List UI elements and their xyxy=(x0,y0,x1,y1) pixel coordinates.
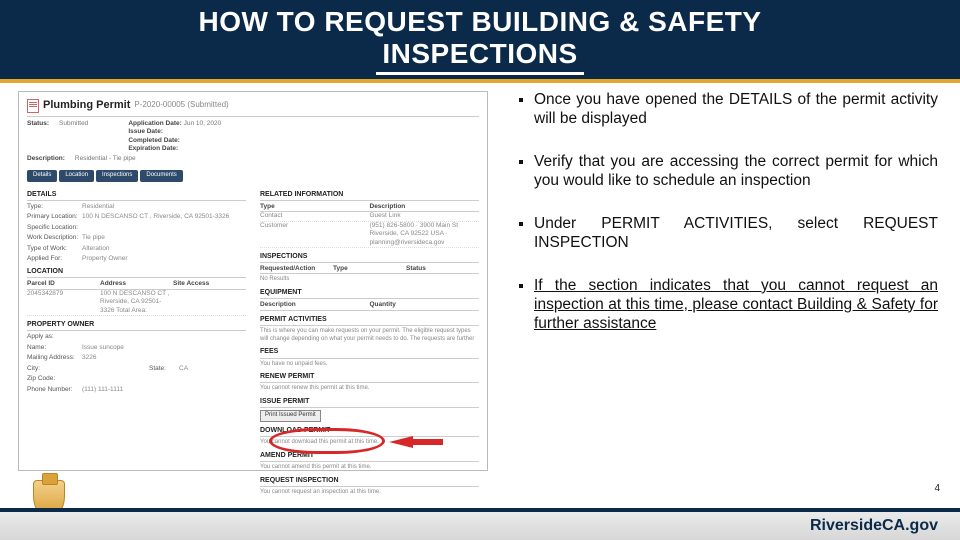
col-type: Type xyxy=(260,203,370,211)
col-equip-qty: Quantity xyxy=(370,301,480,309)
status-value: Submitted xyxy=(59,120,88,154)
slide-header: HOW TO REQUEST BUILDING & SAFETY INSPECT… xyxy=(0,0,960,83)
specific-location-value xyxy=(82,224,246,232)
apply-as-label: Apply as: xyxy=(27,333,82,341)
page-title: HOW TO REQUEST BUILDING & SAFETY INSPECT… xyxy=(0,6,960,75)
inspections-empty: No Results xyxy=(260,276,479,284)
permit-title: Plumbing Permit xyxy=(43,98,130,112)
type-value: Residential xyxy=(82,203,246,211)
document-icon xyxy=(27,99,39,113)
work-description-value: Tie pipe xyxy=(82,234,246,242)
name-label: Name: xyxy=(27,344,82,352)
left-column: DETAILS Type:Residential Primary Locatio… xyxy=(27,186,246,497)
state-value: CA xyxy=(179,365,246,373)
phone-label: Phone Number: xyxy=(27,386,82,394)
col-requested: Requested/Action xyxy=(260,265,333,273)
equipment-header: EQUIPMENT xyxy=(260,288,479,299)
mailing-address-label: Mailing Address: xyxy=(27,354,82,362)
details-header: DETAILS xyxy=(27,190,246,201)
city-label: City: xyxy=(27,365,82,373)
col-address: Address xyxy=(100,280,173,288)
renew-note: You cannot renew this permit at this tim… xyxy=(260,385,479,393)
phone-value: (111) 111-1111 xyxy=(82,386,246,394)
location-row: 2045342879100 N DESCANSO CT , Riverside,… xyxy=(27,290,246,316)
permit-activities-header: PERMIT ACTIVITIES xyxy=(260,315,479,326)
permit-details-screenshot: Plumbing Permit P-2020-00005 (Submitted)… xyxy=(18,91,488,471)
issue-permit-header: ISSUE PERMIT xyxy=(260,397,479,408)
completed-date-label: Completed Date: xyxy=(128,137,180,144)
bullet-3: Under PERMIT ACTIVITIES, select REQUEST … xyxy=(534,215,938,253)
app-date-label: Application Date: xyxy=(128,120,181,127)
footer-site: RiversideCA.gov xyxy=(810,517,938,535)
related-row-1: ContactGuest Link xyxy=(260,212,479,221)
col-description: Description xyxy=(370,203,480,211)
tab-details[interactable]: Details xyxy=(27,170,57,182)
bullet-2: Verify that you are accessing the correc… xyxy=(534,153,938,191)
fees-note: You have no unpaid fees. xyxy=(260,361,479,369)
specific-location-label: Specific Location: xyxy=(27,224,82,232)
related-info-header: RELATED INFORMATION xyxy=(260,190,479,201)
print-permit-button[interactable]: Print Issued Permit xyxy=(260,410,321,422)
amend-permit-header: AMEND PERMIT xyxy=(260,451,479,462)
inspections-header: INSPECTIONS xyxy=(260,252,479,263)
col-insp-status: Status xyxy=(406,265,479,273)
col-insp-type: Type xyxy=(333,265,406,273)
amend-note: You cannot amend this permit at this tim… xyxy=(260,464,479,472)
app-date-value: Jun 10, 2020 xyxy=(184,120,222,127)
bullet-4-warning: If the section indicates that you cannot… xyxy=(534,277,938,334)
status-label: Status: xyxy=(27,120,49,154)
type-of-work-value: Alteration xyxy=(82,245,246,253)
location-header: LOCATION xyxy=(27,267,246,278)
work-description-label: Work Description: xyxy=(27,234,82,242)
footer: 4 CITY OF RIVERSIDE RiversideCA.gov xyxy=(0,484,960,540)
related-row-2: Customer(951) 826-5800 · 3900 Main St Ri… xyxy=(260,222,479,248)
state-label: State: xyxy=(149,365,179,373)
primary-location-label: Primary Location: xyxy=(27,213,82,221)
content-area: Plumbing Permit P-2020-00005 (Submitted)… xyxy=(0,83,960,471)
property-owner-header: PROPERTY OWNER xyxy=(27,320,246,331)
tab-inspections[interactable]: Inspections xyxy=(96,170,138,182)
description-value: Residential - Tie pipe xyxy=(75,155,136,163)
zip-label: Zip Code: xyxy=(27,375,82,383)
name-value: Issue suncope xyxy=(82,344,246,352)
type-of-work-label: Type of Work: xyxy=(27,245,82,253)
page-number: 4 xyxy=(934,483,940,494)
permit-number: P-2020-00005 (Submitted) xyxy=(134,100,228,110)
renew-permit-header: RENEW PERMIT xyxy=(260,372,479,383)
expiration-date-label: Expiration Date: xyxy=(128,145,178,152)
issue-date-label: Issue Date: xyxy=(128,128,163,135)
col-parcel: Parcel ID xyxy=(27,280,100,288)
bullet-1: Once you have opened the DETAILS of the … xyxy=(534,91,938,129)
permit-activities-note: This is where you can make requests on y… xyxy=(260,328,479,344)
col-equip-desc: Description xyxy=(260,301,370,309)
applied-for-value: Property Owner xyxy=(82,255,246,263)
instruction-bullets: Once you have opened the DETAILS of the … xyxy=(488,91,942,471)
tab-documents[interactable]: Documents xyxy=(140,170,182,182)
tabs: Details Location Inspections Documents xyxy=(27,170,479,182)
tab-location[interactable]: Location xyxy=(59,170,94,182)
highlight-oval xyxy=(269,428,385,454)
type-label: Type: xyxy=(27,203,82,211)
primary-location-value: 100 N DESCANSO CT , Riverside, CA 92501-… xyxy=(82,213,246,221)
highlight-arrow-icon xyxy=(389,436,413,448)
description-label: Description: xyxy=(27,155,65,163)
applied-for-label: Applied For: xyxy=(27,255,82,263)
mailing-address-value: 3226 xyxy=(82,354,246,362)
col-site-access: Site Access xyxy=(173,280,246,288)
fees-header: FEES xyxy=(260,347,479,358)
